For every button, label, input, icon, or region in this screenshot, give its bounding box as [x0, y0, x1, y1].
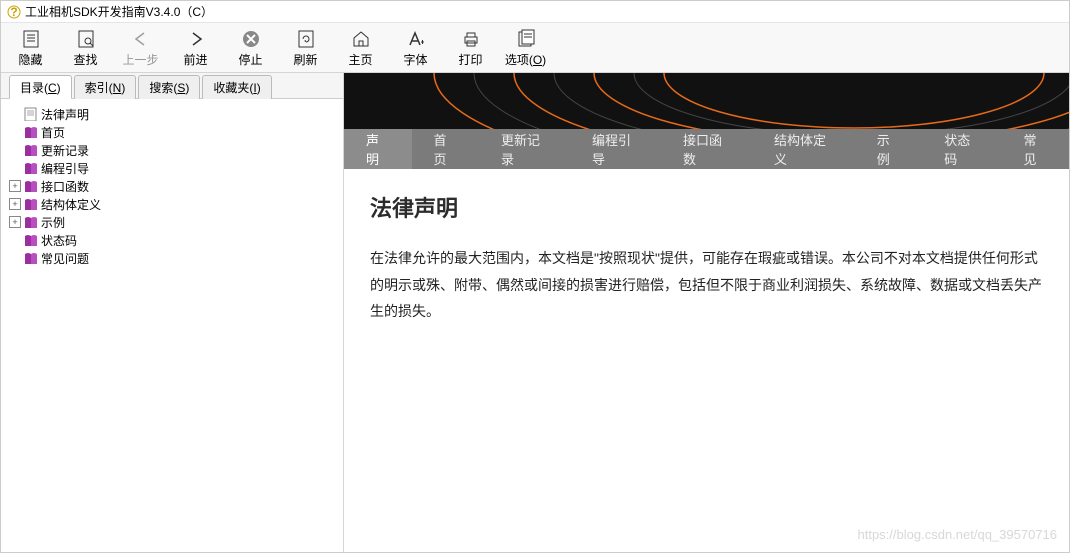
expand-spacer [9, 234, 21, 246]
tree-item[interactable]: 法律声明 [9, 105, 335, 123]
content-heading: 法律声明 [370, 191, 1043, 223]
nav-tab-label: 索引(N) [85, 79, 126, 96]
expand-icon[interactable]: + [9, 198, 21, 210]
tree-item-label: 首页 [41, 124, 65, 141]
nav-tab-label: 搜索(S) [149, 79, 189, 96]
tree-item-label: 法律声明 [41, 106, 89, 123]
stop-icon [241, 29, 261, 49]
toolbar-hide-label: 隐藏 [18, 51, 42, 68]
window-title: 工业相机SDK开发指南V3.4.0（C） [25, 3, 213, 20]
nav-tab-n[interactable]: 索引(N) [74, 75, 137, 99]
book-icon [23, 179, 39, 193]
nav-tab-c[interactable]: 目录(C) [9, 75, 72, 99]
expand-icon[interactable]: + [9, 180, 21, 192]
window-titlebar: ? 工业相机SDK开发指南V3.4.0（C） [1, 1, 1069, 23]
toolbar: 隐藏 查找 上一步 前进 停止 刷新 主页 字体 打印 选项(O) [1, 23, 1069, 73]
content-nav-item[interactable]: 示例 [855, 129, 923, 169]
nav-panel: 目录(C) 索引(N) 搜索(S) 收藏夹(I) 法律声明首页更新记录编程引导 + 接口函… [1, 73, 344, 552]
content-paragraph: 在法律允许的最大范围内，本文档是"按照现状"提供，可能存在瑕疵或错误。本公司不对… [370, 245, 1043, 325]
book-icon [23, 215, 39, 229]
tree-item-label: 示例 [41, 214, 65, 231]
tree-item[interactable]: 常见问题 [9, 249, 335, 267]
content-nav-item[interactable]: 结构体定义 [752, 129, 855, 169]
toc-tree: 法律声明首页更新记录编程引导 + 接口函数 + 结构体定义 + 示例状态码常见问题 [1, 99, 343, 552]
tree-item[interactable]: 状态码 [9, 231, 335, 249]
print-icon [461, 29, 481, 49]
content-nav-item[interactable]: 声明 [344, 129, 412, 169]
content-nav: 声明首页更新记录编程引导接口函数结构体定义示例状态码常见 [344, 129, 1069, 169]
page-icon [23, 107, 39, 121]
app-icon: ? [7, 5, 21, 19]
toolbar-forward-label: 前进 [183, 51, 207, 68]
tree-item[interactable]: + 接口函数 [9, 177, 335, 195]
toolbar-forward-button[interactable]: 前进 [168, 25, 223, 73]
expand-spacer [9, 162, 21, 174]
find-icon [76, 29, 96, 49]
toolbar-find-label: 查找 [73, 51, 97, 68]
content-nav-item[interactable]: 更新记录 [479, 129, 570, 169]
tree-item[interactable]: 首页 [9, 123, 335, 141]
refresh-icon [296, 29, 316, 49]
tree-item[interactable]: + 示例 [9, 213, 335, 231]
tree-item[interactable]: + 结构体定义 [9, 195, 335, 213]
toolbar-refresh-button[interactable]: 刷新 [278, 25, 333, 73]
nav-tab-i[interactable]: 收藏夹(I) [202, 75, 271, 99]
tree-item-label: 状态码 [41, 232, 77, 249]
tree-item-label: 结构体定义 [41, 196, 101, 213]
content-nav-item[interactable]: 接口函数 [661, 129, 752, 169]
toolbar-back-button: 上一步 [113, 25, 168, 73]
tree-item-label: 接口函数 [41, 178, 89, 195]
toolbar-font-button[interactable]: 字体 [388, 25, 443, 73]
forward-icon [186, 29, 206, 49]
toolbar-stop-label: 停止 [238, 51, 262, 68]
nav-tab-label: 收藏夹(I) [213, 79, 260, 96]
tree-item-label: 更新记录 [41, 142, 89, 159]
book-icon [23, 161, 39, 175]
toolbar-find-button[interactable]: 查找 [58, 25, 113, 73]
tree-item-label: 常见问题 [41, 250, 89, 267]
book-icon [23, 233, 39, 247]
content-body: 法律声明 在法律允许的最大范围内，本文档是"按照现状"提供，可能存在瑕疵或错误。… [344, 169, 1069, 552]
toolbar-print-button[interactable]: 打印 [443, 25, 498, 73]
expand-icon[interactable]: + [9, 216, 21, 228]
content-nav-item[interactable]: 常见 [1001, 129, 1069, 169]
tree-item-label: 编程引导 [41, 160, 89, 177]
toolbar-options-label: 选项(O) [505, 51, 546, 68]
nav-tab-label: 目录(C) [20, 79, 61, 96]
expand-spacer [9, 252, 21, 264]
back-icon [131, 29, 151, 49]
nav-tab-s[interactable]: 搜索(S) [138, 75, 200, 99]
book-icon [23, 197, 39, 211]
content-nav-item[interactable]: 状态码 [922, 129, 1001, 169]
toolbar-home-label: 主页 [348, 51, 372, 68]
toolbar-refresh-label: 刷新 [293, 51, 317, 68]
toolbar-home-button[interactable]: 主页 [333, 25, 388, 73]
nav-tabs: 目录(C) 索引(N) 搜索(S) 收藏夹(I) [1, 73, 343, 99]
toolbar-hide-button[interactable]: 隐藏 [3, 25, 58, 73]
toolbar-options-button[interactable]: 选项(O) [498, 25, 553, 73]
book-icon [23, 143, 39, 157]
toolbar-font-label: 字体 [403, 51, 427, 68]
svg-text:?: ? [10, 5, 17, 19]
expand-spacer [9, 126, 21, 138]
content-nav-item[interactable]: 编程引导 [570, 129, 661, 169]
tree-item[interactable]: 编程引导 [9, 159, 335, 177]
book-icon [23, 125, 39, 139]
toolbar-back-label: 上一步 [122, 51, 158, 68]
options-icon [516, 29, 536, 49]
toolbar-stop-button[interactable]: 停止 [223, 25, 278, 73]
expand-spacer [9, 144, 21, 156]
expand-spacer [9, 108, 21, 120]
content-pane: 声明首页更新记录编程引导接口函数结构体定义示例状态码常见 法律声明 在法律允许的… [344, 73, 1069, 552]
content-nav-item[interactable]: 首页 [412, 129, 480, 169]
font-icon [406, 29, 426, 49]
toolbar-print-label: 打印 [458, 51, 482, 68]
tree-item[interactable]: 更新记录 [9, 141, 335, 159]
hide-icon [21, 29, 41, 49]
banner [344, 73, 1069, 129]
book-icon [23, 251, 39, 265]
home-icon [351, 29, 371, 49]
